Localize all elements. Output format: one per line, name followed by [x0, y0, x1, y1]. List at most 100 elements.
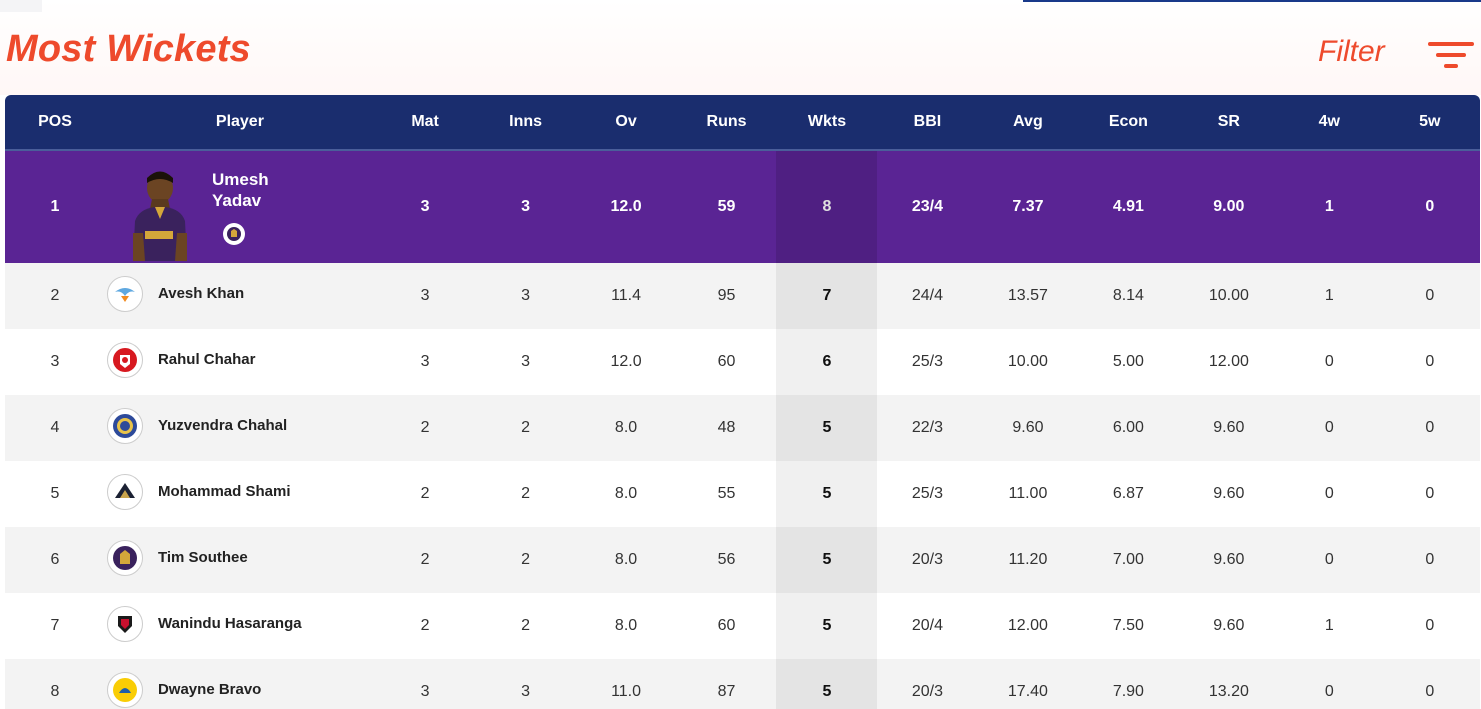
cell-pos: 3 — [50, 353, 60, 370]
cell-player: Avesh Khan — [105, 263, 375, 329]
cell-runs: 60 — [717, 617, 736, 634]
cell-sr: 13.20 — [1208, 683, 1249, 700]
cell-wkts: 6 — [822, 353, 832, 370]
nav-remnant — [0, 0, 42, 12]
col-header-mat[interactable]: Mat — [375, 113, 475, 131]
page-title: Most Wickets — [6, 28, 251, 70]
table-body: 1 Umesh Yadav 3 3 12.0 59 8 23/4 7.37 4.… — [5, 151, 1480, 709]
cell-sr: 9.00 — [1213, 198, 1245, 215]
table-row[interactable]: 8 Dwayne Bravo 3 3 11.0 87 5 20/3 17.40 … — [5, 659, 1480, 709]
rcb-logo-icon — [106, 606, 143, 642]
col-header-wkts[interactable]: Wkts — [777, 113, 877, 131]
cell-bbi: 20/4 — [911, 617, 944, 634]
player-name[interactable]: Yuzvendra Chahal — [158, 417, 287, 434]
cell-mat: 3 — [420, 353, 430, 370]
cell-ov: 8.0 — [614, 551, 638, 568]
cell-econ: 6.87 — [1112, 485, 1144, 502]
player-name[interactable]: Wanindu Hasaranga — [158, 615, 302, 632]
table-row[interactable]: 5 Mohammad Shami 2 2 8.0 55 5 25/3 11.00… — [5, 461, 1480, 527]
cell-avg: 12.00 — [1007, 617, 1048, 634]
table-row[interactable]: 6 Tim Southee 2 2 8.0 56 5 20/3 11.20 7.… — [5, 527, 1480, 593]
cell-inns: 2 — [521, 617, 531, 634]
table-row[interactable]: 2 Avesh Khan 3 3 11.4 95 7 24/4 13.57 8.… — [5, 263, 1480, 329]
col-header-inns[interactable]: Inns — [475, 113, 575, 131]
player-name[interactable]: Mohammad Shami — [158, 483, 291, 500]
cell-4w: 0 — [1324, 683, 1334, 700]
cell-inns: 3 — [521, 353, 531, 370]
cell-mat: 2 — [420, 485, 430, 502]
cell-5w: 0 — [1425, 353, 1435, 370]
cell-pos: 8 — [50, 683, 60, 700]
top-accent-strip — [1023, 0, 1481, 2]
cell-pos: 2 — [50, 287, 60, 304]
cell-5w: 0 — [1425, 683, 1435, 700]
csk-logo-icon — [106, 672, 143, 708]
col-header-4w[interactable]: 4w — [1279, 113, 1379, 131]
cell-bbi: 23/4 — [911, 198, 944, 215]
cell-5w: 0 — [1425, 419, 1435, 436]
cell-mat: 2 — [420, 617, 430, 634]
cell-player: Wanindu Hasaranga — [105, 593, 375, 659]
cell-wkts: 7 — [822, 287, 832, 304]
cell-econ: 4.91 — [1112, 198, 1144, 215]
cell-pos: 5 — [50, 485, 60, 502]
player-name[interactable]: Tim Southee — [158, 549, 248, 566]
cell-sr: 9.60 — [1213, 485, 1245, 502]
col-header-avg[interactable]: Avg — [978, 113, 1078, 131]
cell-player: Mohammad Shami — [105, 461, 375, 527]
rr-logo-icon — [106, 408, 143, 444]
gt-logo-icon — [106, 474, 143, 510]
cell-wkts: 5 — [822, 617, 832, 634]
cell-econ: 7.50 — [1112, 617, 1144, 634]
col-header-bbi[interactable]: BBI — [877, 113, 977, 131]
cell-5w: 0 — [1425, 287, 1435, 304]
filter-label: Filter — [1318, 35, 1385, 68]
col-header-ov[interactable]: Ov — [576, 113, 676, 131]
cell-avg: 11.20 — [1008, 551, 1048, 568]
player-name[interactable]: Umesh Yadav — [212, 169, 302, 211]
cell-avg: 9.60 — [1012, 419, 1044, 436]
kkr-logo-icon — [106, 540, 143, 576]
pbks-logo-icon — [106, 342, 143, 378]
cell-sr: 9.60 — [1213, 617, 1245, 634]
cell-4w: 0 — [1324, 353, 1334, 370]
cell-ov: 11.0 — [611, 683, 642, 700]
cell-wkts: 5 — [822, 419, 832, 436]
cell-ov: 8.0 — [614, 419, 638, 436]
cell-ov: 11.4 — [611, 287, 642, 304]
cell-bbi: 24/4 — [911, 287, 944, 304]
col-header-5w[interactable]: 5w — [1380, 113, 1480, 131]
cell-4w: 1 — [1324, 617, 1334, 634]
table-row[interactable]: 7 Wanindu Hasaranga 2 2 8.0 60 5 20/4 12… — [5, 593, 1480, 659]
cell-econ: 7.90 — [1112, 683, 1144, 700]
player-name[interactable]: Rahul Chahar — [158, 351, 256, 368]
col-header-pos[interactable]: POS — [5, 113, 105, 131]
table-row[interactable]: 4 Yuzvendra Chahal 2 2 8.0 48 5 22/3 9.6… — [5, 395, 1480, 461]
cell-bbi: 20/3 — [911, 551, 944, 568]
cell-pos: 6 — [50, 551, 60, 568]
cell-5w: 0 — [1425, 198, 1435, 215]
cell-econ: 6.00 — [1112, 419, 1144, 436]
cell-econ: 7.00 — [1112, 551, 1144, 568]
lsg-logo-icon — [106, 276, 143, 312]
player-name[interactable]: Dwayne Bravo — [158, 681, 261, 698]
cell-bbi: 25/3 — [911, 353, 944, 370]
cell-mat: 2 — [420, 551, 430, 568]
player-name[interactable]: Avesh Khan — [158, 285, 244, 302]
filter-button[interactable]: Filter — [1318, 30, 1478, 74]
cell-sr: 9.60 — [1213, 551, 1245, 568]
cell-mat: 3 — [420, 198, 430, 215]
cell-5w: 0 — [1425, 617, 1435, 634]
cell-sr: 12.00 — [1208, 353, 1249, 370]
col-header-runs[interactable]: Runs — [676, 113, 776, 131]
table-row[interactable]: 3 Rahul Chahar 3 3 12.0 60 6 25/3 10.00 … — [5, 329, 1480, 395]
cell-inns: 2 — [521, 551, 531, 568]
cell-pos: 1 — [50, 198, 60, 215]
cell-avg: 17.40 — [1007, 683, 1048, 700]
table-row-leader[interactable]: 1 Umesh Yadav 3 3 12.0 59 8 23/4 7.37 4.… — [5, 151, 1480, 263]
col-header-econ[interactable]: Econ — [1078, 113, 1178, 131]
col-header-sr[interactable]: SR — [1179, 113, 1279, 131]
col-header-player[interactable]: Player — [105, 113, 375, 131]
cell-pos: 7 — [50, 617, 60, 634]
cell-wkts: 5 — [822, 485, 832, 502]
